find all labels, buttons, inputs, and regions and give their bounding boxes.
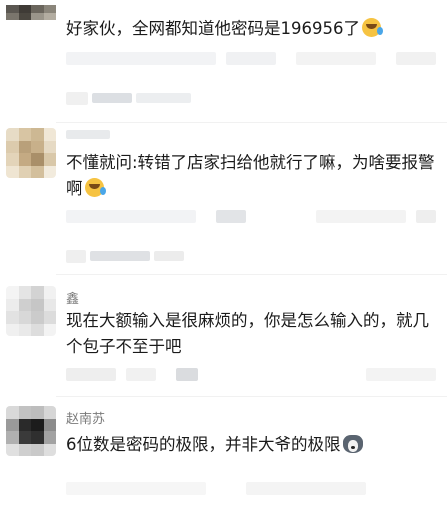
avatar[interactable] (6, 286, 56, 336)
avatar[interactable] (6, 5, 56, 35)
comment-text: 现在大额输入是很麻烦的，你是怎么输入的，就几个包子不至于吧 (66, 311, 429, 356)
avatar[interactable] (6, 128, 56, 178)
laughing-tears-icon (84, 178, 106, 197)
username[interactable] (66, 130, 110, 139)
comment-text: 好家伙，全网都知道他密码是196956了 (66, 16, 438, 42)
laughing-tears-icon (362, 18, 383, 37)
username[interactable]: 鑫 (66, 288, 79, 307)
husky-icon (342, 435, 363, 453)
comment-text: 6位数是密码的极限，并非大爷的极限 (66, 432, 438, 458)
avatar[interactable] (6, 406, 56, 456)
comment-text: 不懂就问:转错了店家扫给他就行了嘛，为啥要报警啊 (66, 153, 435, 198)
username[interactable]: 赵南苏 (66, 408, 105, 427)
